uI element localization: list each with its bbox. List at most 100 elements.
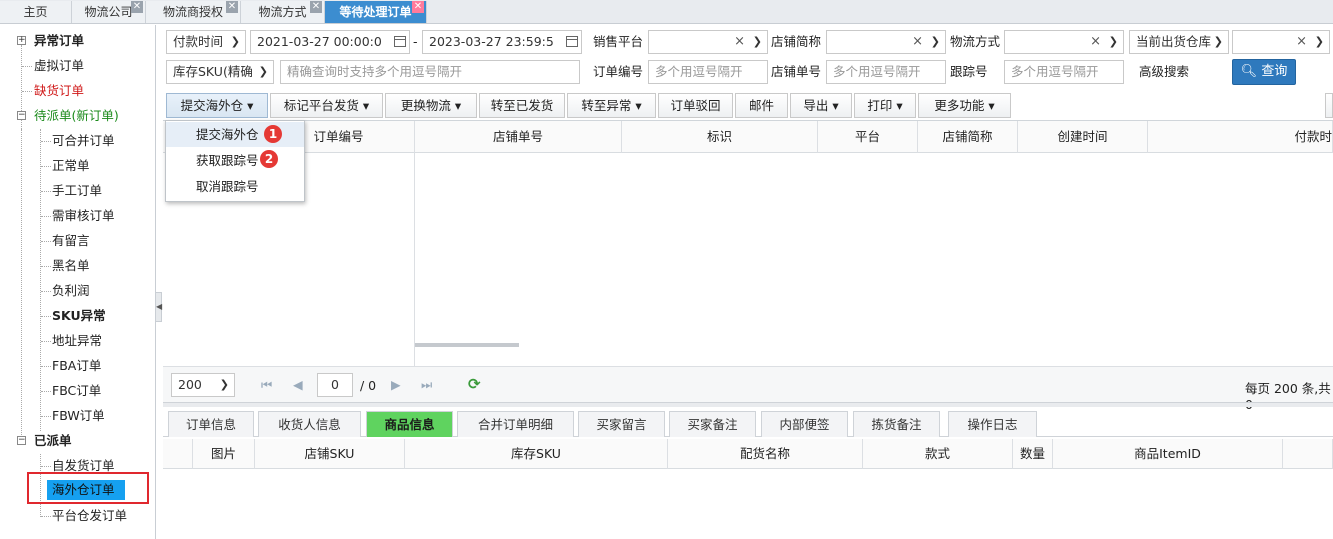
- to-shipped-button[interactable]: 转至已发货: [479, 93, 565, 118]
- search-button[interactable]: 🔍︎ 查询: [1232, 59, 1296, 85]
- tree-with-message[interactable]: 有留言: [52, 230, 90, 252]
- tree-review-orders[interactable]: 需审核订单: [52, 205, 115, 227]
- warehouse-value-select[interactable]: × ❯: [1232, 30, 1330, 54]
- platform-select[interactable]: × ❯: [648, 30, 768, 54]
- tree-virtual-orders[interactable]: 虚拟订单: [34, 55, 84, 77]
- end-time-field[interactable]: 2023-03-27 23:59:5: [422, 30, 582, 54]
- close-icon[interactable]: ✕: [310, 1, 322, 13]
- menu-item-get-tracking[interactable]: 获取跟踪号: [166, 148, 304, 173]
- refresh-icon[interactable]: ⟳: [468, 375, 481, 393]
- chevron-down-icon: ❯: [1108, 35, 1118, 48]
- to-abnormal-button[interactable]: 转至异常 ▾: [567, 93, 656, 118]
- horizontal-scrollbar-thumb[interactable]: [415, 343, 519, 347]
- sku-type-select[interactable]: 库存SKU(精确 ❯: [166, 60, 274, 84]
- clear-icon[interactable]: ×: [912, 31, 923, 53]
- tree-address-abnormal[interactable]: 地址异常: [52, 330, 102, 352]
- expand-icon[interactable]: +: [17, 36, 26, 45]
- clear-icon[interactable]: ×: [1090, 31, 1101, 53]
- tab-logistics-method[interactable]: 物流方式 ✕: [241, 1, 325, 23]
- sidebar-collapse-handle[interactable]: ◀: [155, 292, 162, 322]
- calendar-icon[interactable]: [394, 36, 406, 47]
- clear-icon[interactable]: ×: [1296, 31, 1307, 53]
- tree-fbc-orders[interactable]: FBC订单: [52, 380, 101, 402]
- sku-input[interactable]: 精确查询时支持多个用逗号隔开: [280, 60, 580, 84]
- prev-page-icon[interactable]: ◀: [293, 377, 303, 392]
- chevron-down-icon: ❯: [230, 35, 240, 48]
- collapse-icon[interactable]: −: [17, 111, 26, 120]
- tree-dispatched-orders[interactable]: 已派单: [34, 430, 72, 452]
- tree-abnormal-orders[interactable]: 异常订单: [34, 30, 84, 52]
- splitter[interactable]: [163, 402, 1333, 407]
- tree-negative-profit[interactable]: 负利润: [52, 280, 90, 302]
- page-size-select[interactable]: 200 ❯: [171, 373, 235, 397]
- grid-header-shop[interactable]: 店铺简称: [918, 121, 1018, 153]
- detail-header-qty: 数量: [1013, 439, 1053, 469]
- step-badge-1: 1: [264, 125, 282, 143]
- detail-header-item-id: 商品ItemID: [1053, 439, 1283, 469]
- detail-header-extra: [1283, 439, 1333, 469]
- export-button[interactable]: 导出 ▾: [790, 93, 852, 118]
- tab-picking-note[interactable]: 拣货备注: [853, 411, 940, 437]
- menu-item-cancel-tracking[interactable]: 取消跟踪号: [166, 174, 304, 199]
- print-button[interactable]: 打印 ▾: [854, 93, 916, 118]
- tree-shortage-orders[interactable]: 缺货订单: [34, 80, 84, 102]
- tracking-input[interactable]: 多个用逗号隔开: [1004, 60, 1124, 84]
- pager: 200❯ ⏮ ◀ 0 / 0 ▶ ⏭ ⟳ 每页 200 条,共 0: [163, 366, 1333, 412]
- tree-manual-orders[interactable]: 手工订单: [52, 180, 102, 202]
- tab-operation-log[interactable]: 操作日志: [948, 411, 1037, 437]
- tree-fbw-orders[interactable]: FBW订单: [52, 405, 105, 427]
- advanced-search-link[interactable]: 高级搜索: [1139, 60, 1189, 84]
- mark-platform-shipped-button[interactable]: 标记平台发货 ▾: [270, 93, 383, 118]
- start-time-field[interactable]: 2021-03-27 00:00:0: [250, 30, 410, 54]
- tree-overseas-warehouse-orders[interactable]: 海外仓订单: [47, 480, 125, 500]
- platform-label: 销售平台: [593, 34, 644, 49]
- page-input[interactable]: 0: [317, 373, 353, 397]
- tab-merge-detail[interactable]: 合并订单明细: [457, 411, 574, 437]
- collapse-icon[interactable]: −: [17, 436, 26, 445]
- tab-home[interactable]: 主页: [0, 1, 72, 23]
- grid-header-shop-order[interactable]: 店铺单号: [415, 121, 622, 153]
- tab-internal-note[interactable]: 内部便签: [761, 411, 848, 437]
- tab-buyer-note[interactable]: 买家备注: [669, 411, 756, 437]
- tab-logistics-auth[interactable]: 物流商授权 ✕: [146, 1, 241, 23]
- next-page-icon[interactable]: ▶: [391, 377, 401, 392]
- menu-item-submit-overseas[interactable]: 提交海外仓: [166, 122, 304, 147]
- close-icon[interactable]: ✕: [412, 1, 424, 13]
- tab-receiver-info[interactable]: 收货人信息: [258, 411, 361, 437]
- grid-header-tag[interactable]: 标识: [622, 121, 818, 153]
- logistics-select[interactable]: × ❯: [1004, 30, 1124, 54]
- tab-order-info[interactable]: 订单信息: [168, 411, 254, 437]
- grid-header-paid[interactable]: 付款时: [1148, 121, 1333, 153]
- order-no-input[interactable]: 多个用逗号隔开: [648, 60, 768, 84]
- close-icon[interactable]: ✕: [226, 1, 238, 13]
- tree-blacklist[interactable]: 黑名单: [52, 255, 90, 277]
- shop-select[interactable]: × ❯: [826, 30, 946, 54]
- clear-icon[interactable]: ×: [734, 31, 745, 53]
- submit-overseas-button[interactable]: 提交海外仓 ▾: [166, 93, 268, 118]
- tab-product-info[interactable]: 商品信息: [366, 411, 453, 437]
- tree-mergeable-orders[interactable]: 可合并订单: [52, 130, 115, 152]
- tree-fba-orders[interactable]: FBA订单: [52, 355, 101, 377]
- chevron-down-icon: ❯: [1314, 35, 1324, 48]
- email-button[interactable]: 邮件: [735, 93, 788, 118]
- shop-order-input[interactable]: 多个用逗号隔开: [826, 60, 946, 84]
- tree-normal-orders[interactable]: 正常单: [52, 155, 90, 177]
- change-logistics-button[interactable]: 更换物流 ▾: [385, 93, 477, 118]
- time-type-select[interactable]: 付款时间 ❯: [166, 30, 246, 54]
- warehouse-select[interactable]: 当前出货仓库 ❯: [1129, 30, 1229, 54]
- tree-pending-orders[interactable]: 待派单(新订单): [34, 105, 119, 127]
- close-icon[interactable]: ✕: [131, 1, 143, 13]
- first-page-icon[interactable]: ⏮: [261, 377, 272, 393]
- more-functions-button[interactable]: 更多功能 ▾: [918, 93, 1011, 118]
- detail-header-pick-name: 配货名称: [668, 439, 863, 469]
- grid-header-created[interactable]: 创建时间: [1018, 121, 1148, 153]
- tree-platform-warehouse-orders[interactable]: 平台仓发订单: [52, 505, 127, 527]
- grid-header-platform[interactable]: 平台: [818, 121, 918, 153]
- tab-pending-orders[interactable]: 等待处理订单 ✕: [325, 1, 427, 23]
- last-page-icon[interactable]: ⏭: [421, 377, 432, 393]
- reject-order-button[interactable]: 订单驳回: [658, 93, 733, 118]
- tab-buyer-message[interactable]: 买家留言: [578, 411, 665, 437]
- calendar-icon[interactable]: [566, 36, 578, 47]
- tab-logistics-company[interactable]: 物流公司 ✕: [72, 1, 146, 23]
- tree-sku-abnormal[interactable]: SKU异常: [52, 305, 106, 327]
